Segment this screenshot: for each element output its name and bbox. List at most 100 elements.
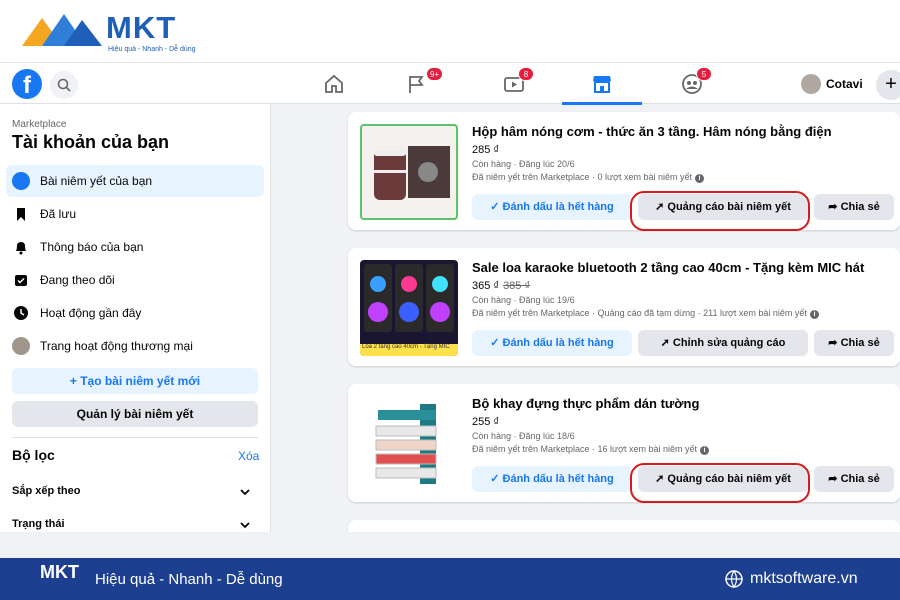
page-title: Tài khoản của bạn <box>12 132 170 152</box>
listing-card[interactable]: Loa 2 tầng cao 40cm - Tặng MIC Sale loa … <box>348 248 900 366</box>
sidebar-item-your-listings[interactable]: Bài niêm yết của bạn <box>6 165 264 197</box>
price-value: 255 ₫ <box>472 416 500 428</box>
karaoke-speaker-image <box>360 264 458 356</box>
listing-thumbnail[interactable] <box>360 396 458 492</box>
avatar <box>12 337 30 355</box>
old-price: 385 ₫ <box>503 280 531 292</box>
mark-sold-out-button[interactable]: ✓ Đánh dấu là hết hàng <box>472 466 632 492</box>
share-button[interactable]: ➦ Chia sẻ <box>814 466 894 492</box>
sort-label: Sắp xếp theo <box>12 485 81 497</box>
listing-title[interactable]: Sale loa karaoke bluetooth 2 tầng cao 40… <box>472 260 892 275</box>
listing-meta: Còn hàng · Đăng lúc 18/6 <box>472 431 575 441</box>
sidebar-item-label: Đang theo dõi <box>40 273 115 287</box>
mkt-logo-text: MKT <box>106 10 177 45</box>
listing-stats: Đã niêm yết trên Marketplace · 0 lượt xe… <box>472 172 705 183</box>
button-label: Đánh dấu là hết hàng <box>502 473 614 485</box>
listing-stats: Đã niêm yết trên Marketplace · Quảng cáo… <box>472 308 819 319</box>
footer-banner: MKT Hiệu quả - Nhanh - Dễ dùng mktsoftwa… <box>0 558 900 600</box>
profile-button[interactable]: Cotavi <box>798 71 870 97</box>
info-icon[interactable]: i <box>809 310 819 319</box>
highlight-circle <box>630 463 810 503</box>
sidebar-item-commerce-page[interactable]: Trang hoạt động thương mại <box>6 330 264 362</box>
listing-price: 285 ₫ <box>472 144 499 156</box>
filter-clear-link[interactable]: Xóa <box>238 449 259 463</box>
facebook-logo-icon[interactable]: f <box>12 69 42 99</box>
sidebar-divider <box>12 437 258 438</box>
stats-text: Đã niêm yết trên Marketplace · 0 lượt xe… <box>472 172 693 182</box>
chevron-down-icon <box>240 522 250 529</box>
highlight-circle <box>630 191 810 231</box>
manage-listings-button[interactable]: Quản lý bài niêm yết <box>12 401 258 427</box>
share-button[interactable]: ➦ Chia sẻ <box>814 330 894 356</box>
tab-watch[interactable]: 8 <box>474 63 554 105</box>
listing-meta: Còn hàng · Đăng lúc 20/6 <box>472 159 575 169</box>
sidebar-section-label: Marketplace <box>12 119 67 130</box>
thumb-caption: Loa 2 tầng cao 40cm - Tặng MIC <box>362 344 450 350</box>
tab-groups[interactable]: 5 <box>652 63 732 105</box>
button-label: Chia sẻ <box>840 473 880 485</box>
globe-icon <box>725 570 743 589</box>
sidebar-item-following[interactable]: Đang theo dõi <box>6 264 264 296</box>
button-label: Đánh dấu là hết hàng <box>502 201 614 213</box>
tab-home[interactable] <box>294 63 374 105</box>
info-icon[interactable]: i <box>695 174 705 183</box>
footer-slogan: Hiệu quả - Nhanh - Dễ dùng <box>95 571 283 588</box>
sidebar-item-notifications[interactable]: Thông báo của bạn <box>6 231 264 263</box>
bell-icon <box>16 242 26 255</box>
listing-stats: Đã niêm yết trên Marketplace · 16 lượt x… <box>472 444 710 455</box>
footer-logo: MKT <box>40 562 79 582</box>
create-listing-button[interactable]: + Tạo bài niêm yết mới <box>12 368 258 394</box>
listing-title[interactable]: Hộp hâm nóng cơm - thức ăn 3 tầng. Hâm n… <box>472 124 892 139</box>
button-label: Chỉnh sửa quảng cáo <box>672 337 786 349</box>
listing-card[interactable] <box>348 520 900 532</box>
pages-badge: 9+ <box>426 67 444 81</box>
sidebar-item-label: Thông báo của bạn <box>40 240 144 254</box>
flag-icon <box>409 76 424 93</box>
avatar <box>801 74 821 94</box>
brand-header: MKT Hiệu quả - Nhanh - Dễ dùng <box>0 0 900 62</box>
sort-dropdown[interactable]: Sắp xếp theo <box>12 483 258 503</box>
tab-pages[interactable]: 9+ <box>376 63 456 105</box>
price-value: 285 ₫ <box>472 144 500 156</box>
rice-warmer-image <box>374 146 450 200</box>
tab-marketplace[interactable] <box>562 63 642 105</box>
listing-card[interactable]: Hộp hâm nóng cơm - thức ăn 3 tầng. Hâm n… <box>348 112 900 230</box>
clock-icon <box>14 306 28 320</box>
create-plus-button[interactable]: + <box>876 70 900 100</box>
button-label: Chia sẻ <box>840 337 880 349</box>
button-label: Đánh dấu là hết hàng <box>502 337 614 349</box>
footer-website[interactable]: mktsoftware.vn <box>750 570 858 588</box>
sidebar-item-label: Đã lưu <box>40 207 77 221</box>
edit-ad-button[interactable]: ➚ Chỉnh sửa quảng cáo <box>638 330 808 356</box>
listing-card[interactable]: Bộ khay đựng thực phẩm dán tường 255 ₫ C… <box>348 384 900 502</box>
mkt-tagline: Hiệu quả - Nhanh - Dễ dùng <box>108 46 196 53</box>
sidebar-item-recent-activity[interactable]: Hoạt động gần đây <box>6 297 264 329</box>
mark-sold-out-button[interactable]: ✓ Đánh dấu là hết hàng <box>472 330 632 356</box>
share-button[interactable]: ➦ Chia sẻ <box>814 194 894 220</box>
search-button[interactable] <box>50 71 78 99</box>
status-dropdown[interactable]: Trạng thái <box>12 516 258 532</box>
listing-price: 255 ₫ <box>472 416 499 428</box>
mark-sold-out-button[interactable]: ✓ Đánh dấu là hết hàng <box>472 194 632 220</box>
listing-thumbnail[interactable] <box>360 124 458 220</box>
info-icon[interactable]: i <box>700 446 710 455</box>
listing-meta: Còn hàng · Đăng lúc 19/6 <box>472 295 575 305</box>
home-icon <box>325 74 343 93</box>
sidebar-item-label: Hoạt động gần đây <box>40 306 142 320</box>
listing-thumbnail[interactable]: Loa 2 tầng cao 40cm - Tặng MIC <box>360 260 458 356</box>
watch-badge: 8 <box>518 67 534 81</box>
user-name: Cotavi <box>826 77 863 91</box>
search-icon <box>57 78 71 92</box>
marketplace-sidebar: Marketplace Tài khoản của bạn Bài niêm y… <box>0 104 271 532</box>
listings-feed: Hộp hâm nóng cơm - thức ăn 3 tầng. Hâm n… <box>272 104 900 532</box>
sidebar-item-label: Bài niêm yết của bạn <box>40 174 153 188</box>
status-label: Trạng thái <box>12 518 65 530</box>
listing-price: 365 ₫ 385 ₫ <box>472 280 530 292</box>
stats-text: Đã niêm yết trên Marketplace · 16 lượt x… <box>472 444 698 454</box>
button-label: Chia sẻ <box>840 201 880 213</box>
food-tray-image <box>375 404 437 484</box>
sidebar-item-label: Trang hoạt động thương mại <box>40 339 193 353</box>
sidebar-item-saved[interactable]: Đã lưu <box>6 198 264 230</box>
mkt-logo: MKT Hiệu quả - Nhanh - Dễ dùng <box>20 10 200 54</box>
listing-title[interactable]: Bộ khay đựng thực phẩm dán tường <box>472 396 892 411</box>
